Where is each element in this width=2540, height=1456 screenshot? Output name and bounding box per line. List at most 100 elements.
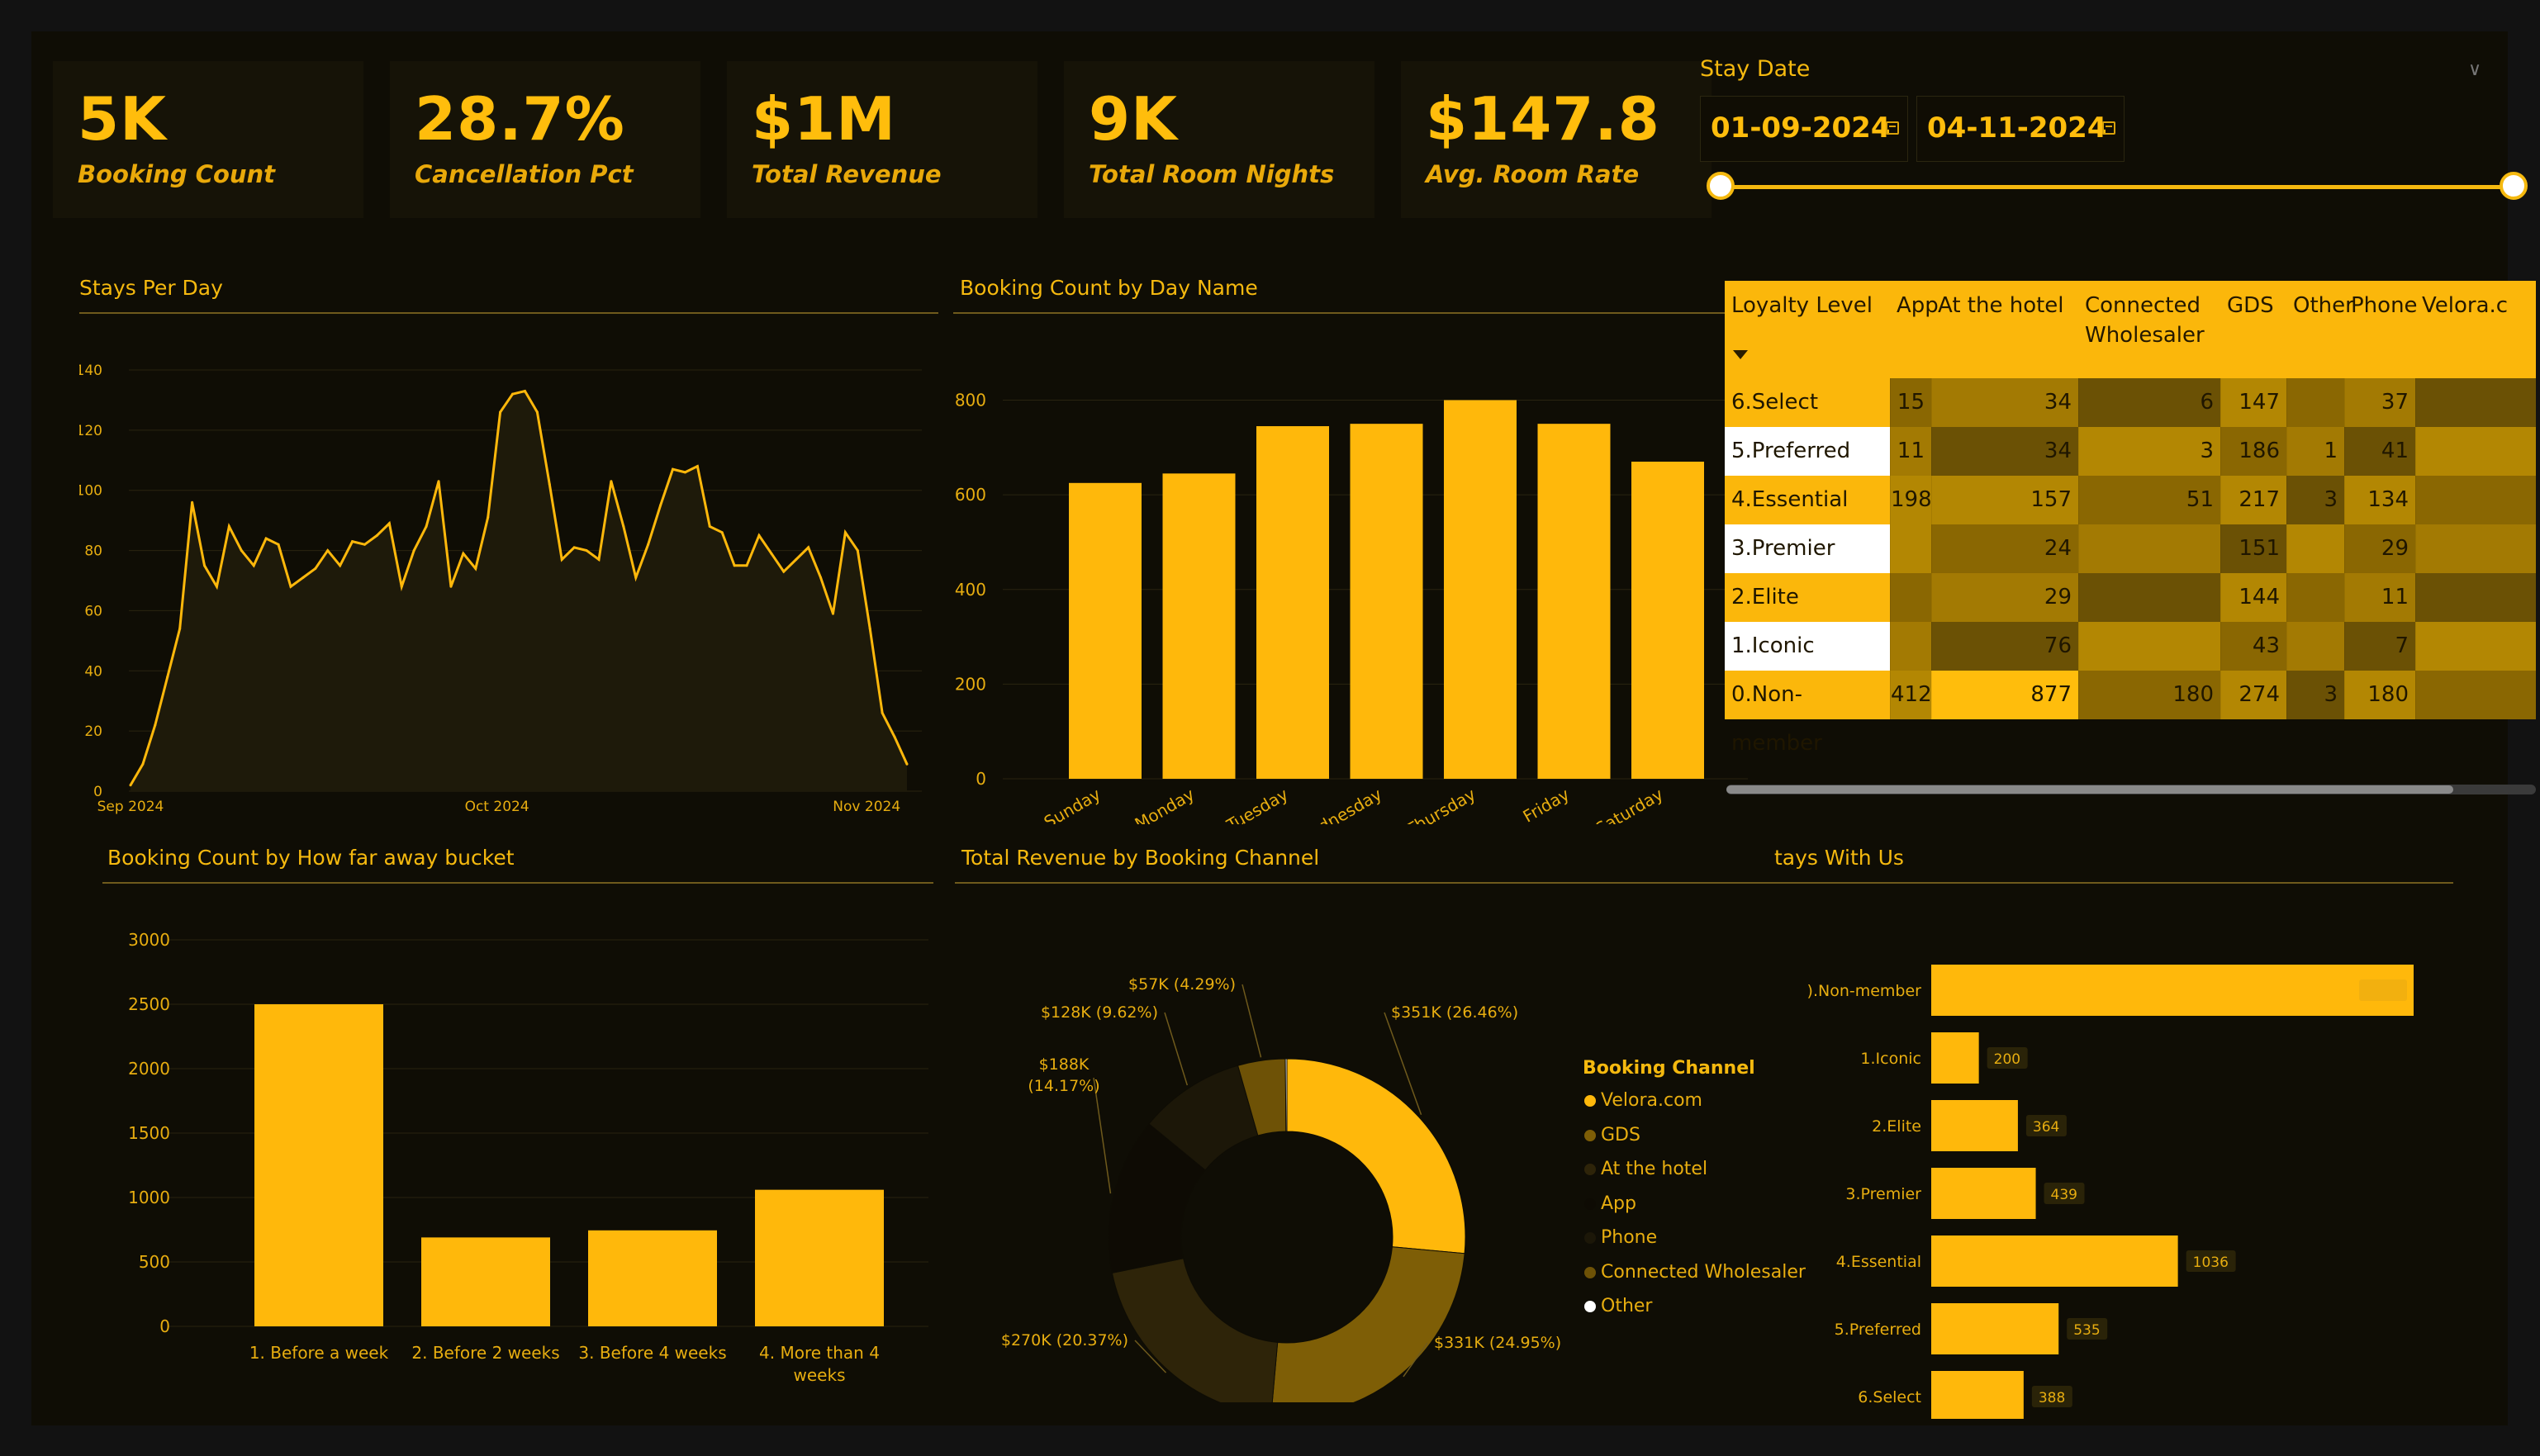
matrix-column-header[interactable]: GDS [2227,291,2285,320]
legend-item[interactable]: Connected Wholesaler [1584,1262,1806,1283]
y-tick-label: 2500 [128,994,170,1014]
matrix-cell: 147 [2220,378,2286,427]
matrix-column-header[interactable]: Phone [2351,291,2418,320]
matrix-cell: 877 [1931,671,2078,719]
matrix-row: 2.Elite 29 144 11 [1725,573,2536,622]
matrix-cell: 151 [2220,524,2286,573]
matrix-scrollbar-thumb[interactable] [1726,785,2453,794]
revenue-by-channel-title: Total Revenue by Booking Channel [961,846,1320,870]
matrix-row-label: 2.Elite [1725,573,1890,622]
data-label: $270K (20.37%) [1001,1331,1128,1349]
legend-item[interactable]: GDS [1584,1125,1640,1145]
category-label: 3.Premier [1845,1185,1921,1203]
start-date-input[interactable]: 01-09-2024 [1700,96,1908,162]
date-range-slider-track[interactable] [1721,185,2514,189]
data-label-bg [2359,979,2407,1001]
category-label: ).Non-member [1807,982,1922,1000]
matrix-row: 3.Premier 24 151 29 [1725,524,2536,573]
donut-slice [1111,1258,1279,1402]
data-point [252,564,255,567]
kpi-label: Avg. Room Rate [1426,160,1640,188]
kpi-value: 9K [1089,84,1178,154]
data-point [289,585,292,588]
data-point [499,410,502,414]
data-label: $128K (9.62%) [1041,1003,1158,1022]
area-fill [131,391,907,791]
legend-item[interactable]: At the hotel [1584,1159,1707,1179]
leader-line [1093,1077,1112,1194]
data-point [191,500,194,504]
kpi-value: 5K [78,84,167,154]
donut-slice [1284,1058,1288,1132]
legend-item[interactable]: Phone [1584,1227,1657,1248]
matrix-cell [2415,671,2536,719]
stays-with-us-title: tays With Us [1774,846,1904,870]
data-point [227,524,230,528]
data-point [277,543,280,546]
y-tick-label: 0 [976,769,986,789]
data-point [745,564,748,567]
matrix-column-header[interactable]: Velora.c [2422,291,2534,320]
end-date-input[interactable]: 04-11-2024 [1916,96,2125,162]
matrix-cell: 3 [2286,476,2344,524]
chevron-down-icon[interactable]: ∨ [2468,59,2481,80]
matrix-cell [1890,622,1931,671]
x-tick-label: Wednesday [1293,784,1385,824]
matrix-cell: 76 [1931,622,2078,671]
y-tick-label: 800 [955,391,986,410]
matrix-cell [2286,622,2344,671]
data-point [474,567,477,570]
data-point [597,558,601,561]
data-point [819,576,823,579]
matrix-row: 1.Iconic 76 43 7 [1725,622,2536,671]
calendar-icon[interactable] [1886,121,1899,135]
matrix-cell [1890,524,1931,573]
category-label: 4.Essential [1836,1253,1921,1271]
matrix-cell: 29 [2344,524,2415,573]
x-tick-label: Tuesday [1223,784,1291,824]
kpi-value: $147.8 [1426,84,1660,154]
data-point [437,480,440,483]
matrix-column-header[interactable]: Loyalty Level [1731,291,1888,320]
matrix-cell: 11 [2344,573,2415,622]
matrix-cell: 3 [2286,671,2344,719]
matrix-cell: 180 [2078,671,2220,719]
legend-item[interactable]: Other [1584,1296,1652,1316]
legend-item[interactable]: App [1584,1193,1636,1214]
date-range-end-handle[interactable] [2500,172,2528,200]
matrix-column-header[interactable]: At the hotel [1938,291,2077,320]
kpi-card-total-room-nights: 9K Total Room Nights [1064,61,1374,218]
data-point [708,524,711,528]
matrix-cell [2286,378,2344,427]
legend-dot-icon [1584,1198,1596,1210]
bar [1931,1303,2059,1354]
date-range-start-handle[interactable] [1707,172,1735,200]
data-point [893,735,896,738]
data-point [782,570,786,573]
matrix-column-header[interactable]: Connected Wholesaler [2085,291,2219,350]
y-tick-label: 60 [84,603,102,619]
matrix-cell: 34 [1931,378,2078,427]
matrix-cell [2078,524,2220,573]
matrix-column-header[interactable]: Other [2293,291,2354,320]
x-tick-label: 1. Before a week [249,1343,389,1363]
data-point [301,576,305,579]
matrix-row-label: 6.Select [1725,378,1890,427]
booking-by-bucket-chart: 0 500 1000 1500 2000 2500 3000 1. Before a week… [128,930,928,1385]
bar [1931,1371,2024,1419]
calendar-icon[interactable] [2102,121,2115,135]
matrix-column-header[interactable]: App [1897,291,1939,320]
legend-label: App [1601,1193,1636,1214]
data-point [856,549,859,553]
y-tick-label: 0 [93,784,102,800]
data-point [400,585,403,588]
y-tick-label: 2000 [128,1059,170,1079]
x-tick-label: Sep 2024 [97,799,164,815]
data-point [154,723,157,727]
data-point [264,537,268,540]
bar [1931,1032,1979,1084]
sort-descending-icon[interactable] [1733,350,1748,359]
title-divider [955,882,2453,884]
legend-dot-icon [1584,1129,1596,1141]
legend-item[interactable]: Velora.com [1584,1090,1702,1111]
